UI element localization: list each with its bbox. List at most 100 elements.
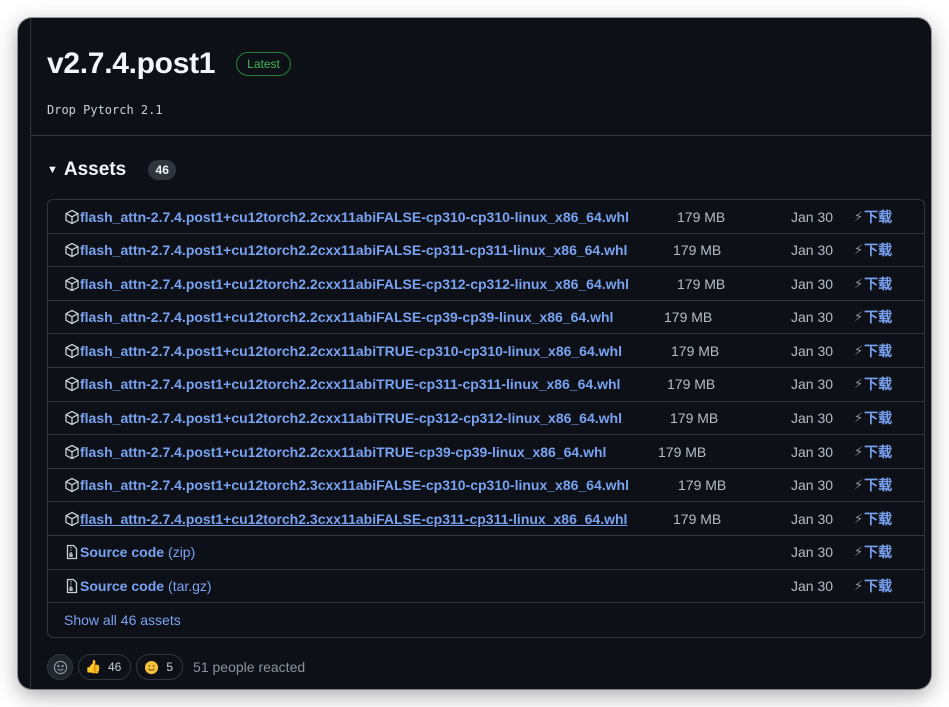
download-label: 下载 <box>864 443 893 460</box>
smiley-icon <box>53 660 67 674</box>
download-label: 下载 <box>864 410 893 427</box>
download-label: 下载 <box>864 578 893 595</box>
download-label: 下载 <box>864 309 893 326</box>
asset-size: 179 MB <box>677 275 726 292</box>
download-label: 下载 <box>864 376 893 393</box>
lightning-icon: ⚡︎ <box>854 544 864 560</box>
download-label: 下载 <box>864 275 893 292</box>
lightning-icon: ⚡︎ <box>854 477 864 493</box>
download-label: 下载 <box>864 477 893 494</box>
thumbs-up-icon: 👍 <box>85 659 102 674</box>
lightning-icon: ⚡︎ <box>854 242 864 258</box>
package-icon <box>64 276 80 292</box>
reactions-bar: 👍 46 5 51 people reacted <box>47 654 305 680</box>
download-button[interactable]: ⚡︎ 下载 <box>854 368 892 401</box>
asset-size: 179 MB <box>667 376 716 393</box>
release-header: v2.7.4.post1 Latest <box>47 44 291 84</box>
asset-size: 179 MB <box>677 208 726 225</box>
asset-row: flash_attn-2.7.4.post1+cu12torch2.2cxx11… <box>48 200 924 234</box>
asset-date: Jan 30 <box>791 208 834 225</box>
asset-date: Jan 30 <box>791 578 834 595</box>
asset-link[interactable]: flash_attn-2.7.4.post1+cu12torch2.3cxx11… <box>80 511 627 527</box>
asset-row: flash_attn-2.7.4.post1+cu12torch2.2cxx11… <box>48 435 924 469</box>
asset-size: 179 MB <box>658 443 707 460</box>
package-icon <box>64 242 80 258</box>
source-row: Source code (tar.gz) Jan 30 ⚡︎ 下载 <box>48 570 924 604</box>
asset-date: Jan 30 <box>791 275 834 292</box>
show-all-assets-link[interactable]: Show all 46 assets <box>64 603 181 636</box>
asset-link[interactable]: flash_attn-2.7.4.post1+cu12torch2.2cxx11… <box>80 376 620 392</box>
asset-row: flash_attn-2.7.4.post1+cu12torch2.2cxx11… <box>48 368 924 402</box>
download-button[interactable]: ⚡︎ 下载 <box>854 334 892 367</box>
smile-reaction[interactable]: 5 <box>136 654 184 680</box>
asset-link[interactable]: flash_attn-2.7.4.post1+cu12torch2.2cxx11… <box>80 343 622 359</box>
download-label: 下载 <box>864 208 893 225</box>
package-icon <box>64 477 80 493</box>
download-button[interactable]: ⚡︎ 下载 <box>854 402 892 435</box>
download-label: 下载 <box>864 242 893 259</box>
asset-row: flash_attn-2.7.4.post1+cu12torch2.2cxx11… <box>48 234 924 268</box>
asset-date: Jan 30 <box>791 342 834 359</box>
download-button[interactable]: ⚡︎ 下载 <box>854 536 892 569</box>
download-label: 下载 <box>864 544 893 561</box>
package-icon <box>64 410 80 426</box>
asset-row: flash_attn-2.7.4.post1+cu12torch2.3cxx11… <box>48 502 924 536</box>
lightning-icon: ⚡︎ <box>854 443 864 459</box>
lightning-icon: ⚡︎ <box>854 410 864 426</box>
smile-icon <box>144 660 159 675</box>
file-zip-icon <box>64 578 80 594</box>
download-button[interactable]: ⚡︎ 下载 <box>854 570 892 603</box>
asset-row: flash_attn-2.7.4.post1+cu12torch2.2cxx11… <box>48 267 924 301</box>
asset-link[interactable]: flash_attn-2.7.4.post1+cu12torch2.2cxx11… <box>80 276 629 292</box>
download-button[interactable]: ⚡︎ 下载 <box>854 502 892 535</box>
lightning-icon: ⚡︎ <box>854 309 864 325</box>
download-button[interactable]: ⚡︎ 下载 <box>854 234 892 267</box>
thumbs-up-reaction[interactable]: 👍 46 <box>78 654 132 680</box>
release-title[interactable]: v2.7.4.post1 <box>47 47 215 81</box>
release-card: v2.7.4.post1 Latest Drop Pytorch 2.1 ▼ A… <box>30 18 931 689</box>
asset-link[interactable]: flash_attn-2.7.4.post1+cu12torch2.2cxx11… <box>80 309 613 325</box>
asset-link[interactable]: flash_attn-2.7.4.post1+cu12torch2.2cxx11… <box>80 410 622 426</box>
lightning-icon: ⚡︎ <box>854 510 864 526</box>
download-label: 下载 <box>864 510 893 527</box>
asset-link[interactable]: flash_attn-2.7.4.post1+cu12torch2.2cxx11… <box>80 242 627 258</box>
download-label: 下载 <box>864 342 893 359</box>
download-button[interactable]: ⚡︎ 下载 <box>854 200 892 233</box>
asset-link[interactable]: flash_attn-2.7.4.post1+cu12torch2.2cxx11… <box>80 209 629 225</box>
reactions-summary: 51 people reacted <box>193 659 306 675</box>
asset-link[interactable]: flash_attn-2.7.4.post1+cu12torch2.2cxx11… <box>80 444 606 460</box>
asset-date: Jan 30 <box>791 376 834 393</box>
assets-toggle[interactable]: ▼ Assets 46 <box>47 158 177 182</box>
asset-date: Jan 30 <box>791 309 834 326</box>
asset-link[interactable]: flash_attn-2.7.4.post1+cu12torch2.3cxx11… <box>80 477 629 493</box>
asset-size: 179 MB <box>673 510 722 527</box>
package-icon <box>64 343 80 359</box>
download-button[interactable]: ⚡︎ 下载 <box>854 435 892 468</box>
source-targz-ext: (tar.gz) <box>168 578 212 595</box>
download-button[interactable]: ⚡︎ 下载 <box>854 301 892 334</box>
package-icon <box>64 309 80 325</box>
latest-badge: Latest <box>236 52 291 76</box>
assets-list: flash_attn-2.7.4.post1+cu12torch2.2cxx11… <box>47 199 925 638</box>
source-row: Source code (zip) Jan 30 ⚡︎ 下载 <box>48 536 924 570</box>
package-icon <box>64 376 80 392</box>
assets-heading: Assets <box>63 159 127 180</box>
asset-date: Jan 30 <box>791 443 834 460</box>
asset-date: Jan 30 <box>791 477 834 494</box>
asset-date: Jan 30 <box>791 410 834 427</box>
add-reaction-button[interactable] <box>47 654 73 680</box>
lightning-icon: ⚡︎ <box>854 342 864 358</box>
asset-size: 179 MB <box>664 309 713 326</box>
assets-count-badge: 46 <box>148 160 177 180</box>
asset-row: flash_attn-2.7.4.post1+cu12torch2.2cxx11… <box>48 334 924 368</box>
release-window: v2.7.4.post1 Latest Drop Pytorch 2.1 ▼ A… <box>18 18 931 689</box>
download-button[interactable]: ⚡︎ 下载 <box>854 469 892 502</box>
release-description: Drop Pytorch 2.1 <box>47 103 163 117</box>
source-zip-link[interactable]: Source code <box>80 544 164 560</box>
asset-date: Jan 30 <box>791 242 834 259</box>
download-button[interactable]: ⚡︎ 下载 <box>854 267 892 300</box>
package-icon <box>64 511 80 527</box>
show-all-row: Show all 46 assets <box>48 603 924 637</box>
asset-date: Jan 30 <box>791 510 834 527</box>
source-targz-link[interactable]: Source code <box>80 578 164 594</box>
